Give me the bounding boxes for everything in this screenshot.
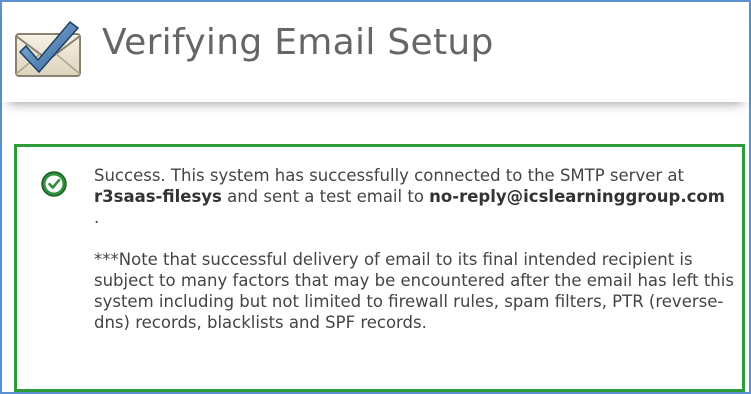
success-check-icon [41, 171, 67, 197]
page-title: Verifying Email Setup [102, 22, 494, 63]
test-email-address: no-reply@icslearninggroup.com [429, 187, 725, 206]
success-message: Success. This system has successfully co… [94, 165, 734, 333]
smtp-server-name: r3saas-filesys [94, 187, 222, 206]
success-suffix: . [94, 208, 100, 227]
page-header: Verifying Email Setup [2, 2, 749, 102]
success-text: Success. This system has successfully co… [94, 165, 734, 228]
success-prefix: Success. This system has successfully co… [94, 166, 684, 185]
page-frame: Verifying Email Setup Success. This syst… [0, 0, 751, 394]
delivery-note: ***Note that successful delivery of emai… [94, 250, 734, 332]
success-middle: and sent a test email to [221, 187, 430, 206]
success-panel: Success. This system has successfully co… [14, 144, 745, 392]
email-check-icon [15, 20, 81, 77]
